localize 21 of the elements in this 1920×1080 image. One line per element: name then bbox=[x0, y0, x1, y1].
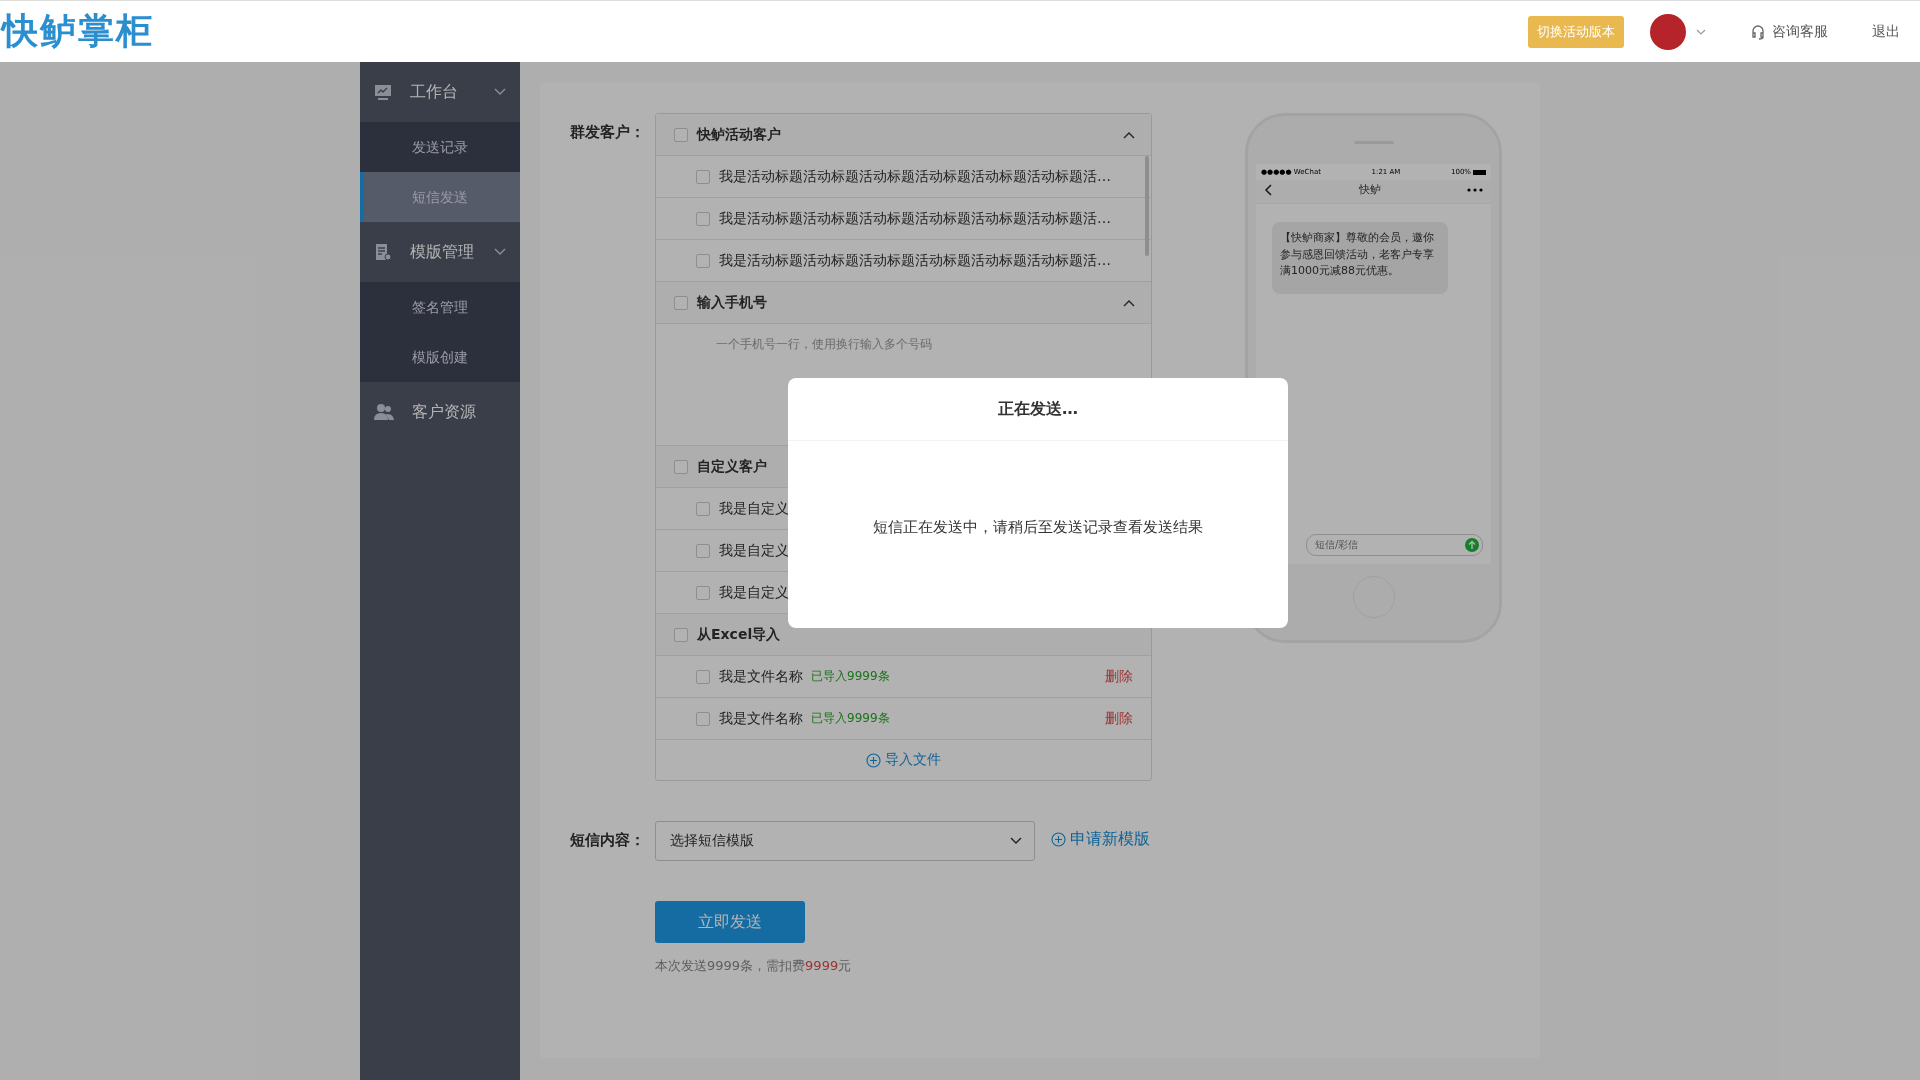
cost-note: 本次发送9999条，需扣费9999元 bbox=[655, 957, 853, 975]
recipients-label: 群发客户： bbox=[570, 122, 646, 142]
item-label: 我是自定义 bbox=[719, 583, 789, 602]
file-name: 我是文件名称 bbox=[719, 667, 803, 686]
chat-title: 快鲈 bbox=[1358, 182, 1381, 197]
section-title: 快鲈活动客户 bbox=[697, 125, 782, 144]
item-label: 我是活动标题活动标题活动标题活动标题活动标题活动标题活… bbox=[719, 167, 1111, 186]
section-title: 从Excel导入 bbox=[697, 625, 782, 644]
modal-title: 正在发送… bbox=[788, 378, 1288, 441]
modal-message: 短信正在发送中，请稍后至发送记录查看发送结果 bbox=[873, 518, 1203, 537]
content-label: 短信内容： bbox=[570, 830, 646, 850]
import-status: 已导入9999条 bbox=[811, 668, 891, 685]
import-status: 已导入9999条 bbox=[811, 710, 891, 727]
item-label: 我是活动标题活动标题活动标题活动标题活动标题活动标题活… bbox=[719, 251, 1111, 270]
item-label: 我是活动标题活动标题活动标题活动标题活动标题活动标题活… bbox=[719, 209, 1111, 228]
message-bubble: 【快鲈商家】尊敬的会员，邀你参与感恩回馈活动，老客户专享满1000元减88元优惠。 bbox=[1272, 222, 1448, 294]
item-label: 我是自定义 bbox=[719, 541, 789, 560]
item-label: 我是自定义 bbox=[719, 499, 789, 518]
section-title: 自定义客户 bbox=[697, 457, 768, 476]
section-title: 输入手机号 bbox=[697, 293, 768, 312]
file-name: 我是文件名称 bbox=[719, 709, 803, 728]
